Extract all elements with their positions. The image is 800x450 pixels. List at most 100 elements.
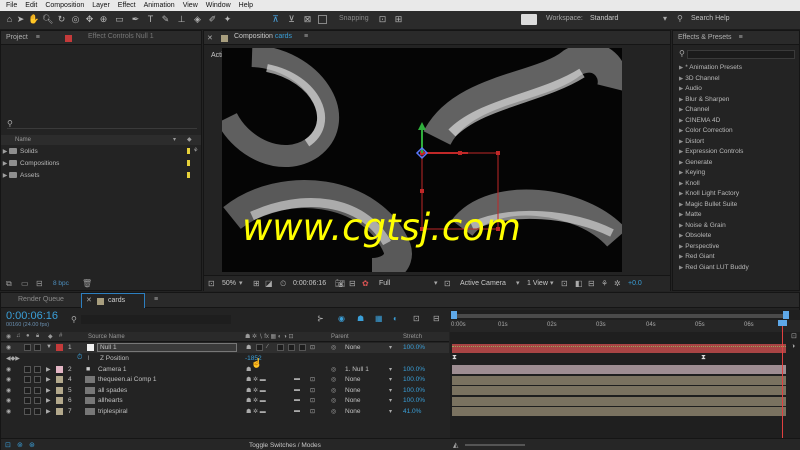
home-icon[interactable]: ⌂	[4, 14, 15, 25]
magnification-icon[interactable]: ⊡	[208, 279, 215, 288]
panel-menu-icon[interactable]: ≡	[299, 33, 313, 40]
stretch-value[interactable]: 41.0%	[403, 408, 421, 415]
eye-icon[interactable]: ◉	[6, 344, 11, 351]
snap-points-icon[interactable]: ⊞	[393, 14, 404, 25]
view-axis-icon[interactable]: ⊠	[302, 14, 313, 25]
shy-icon[interactable]: ☗ ✲ ▬	[246, 376, 266, 383]
pickwhip-icon[interactable]: ◎	[331, 387, 336, 394]
layer-name[interactable]: allhearts	[98, 397, 123, 404]
parent-select[interactable]: None	[345, 344, 361, 351]
keyframe-icon[interactable]: ⧗	[452, 354, 457, 362]
time-ruler[interactable]: 0:00s 01s 02s 03s 04s 05s 06s	[450, 320, 800, 332]
grid-icon[interactable]: ⊞	[253, 279, 260, 288]
layer-bar-allhearts[interactable]	[452, 396, 786, 406]
comp-viewer[interactable]: www.cgtsj.com	[222, 48, 622, 272]
solo-switch[interactable]	[24, 365, 31, 373]
graph-toggle-icon[interactable]: ⊟	[433, 314, 440, 323]
pen-tool-icon[interactable]: ✒	[130, 14, 141, 25]
parent-dropdown-icon[interactable]: ▾	[389, 344, 392, 351]
switch[interactable]	[288, 344, 295, 351]
dynamic-link-icon[interactable]	[521, 14, 537, 25]
layer-bar-triplespiral[interactable]	[452, 407, 786, 416]
comp-timecode[interactable]: 0:00:06:16	[293, 280, 326, 287]
transfer-controls-icon[interactable]: ⊚	[17, 441, 23, 449]
3d-layer-icon[interactable]: ⊡	[310, 387, 315, 394]
solo-switch[interactable]	[24, 376, 31, 383]
pickwhip-icon[interactable]: ◎	[331, 408, 336, 415]
zoom-slider[interactable]	[465, 444, 525, 446]
camera-dropdown-icon[interactable]: ▾	[516, 279, 520, 287]
effects-panel-title[interactable]: Effects & Presets	[673, 34, 737, 41]
snapping-checkbox[interactable]	[318, 15, 327, 24]
pickwhip-icon[interactable]: ◎	[331, 366, 336, 373]
layer-handle[interactable]	[496, 151, 500, 155]
effects-category[interactable]: ▶ Red Giant LUT Buddy	[679, 264, 749, 275]
show-snapshot-icon[interactable]: ⊟	[349, 279, 356, 288]
expand-icon[interactable]: ▶	[46, 387, 51, 394]
expand-icon[interactable]: ▶	[46, 408, 51, 415]
eye-icon[interactable]: ◉	[6, 366, 11, 373]
layer-row-triplespiral[interactable]: ◉ ▶ 7 triplespiral ☗ ✲ ▬ ▬ ⊡ ◎ None ▾ 41…	[1, 407, 449, 417]
effects-search-input[interactable]	[687, 50, 795, 59]
effects-category[interactable]: ▶ Channel	[679, 106, 709, 117]
exposure-icon[interactable]: ✲	[614, 279, 621, 288]
view-dropdown-icon[interactable]: ▾	[550, 279, 554, 287]
lock-switch[interactable]	[34, 344, 41, 351]
parent-select[interactable]: None	[345, 376, 361, 383]
solo-switch[interactable]	[24, 344, 31, 351]
stretch-column[interactable]: Stretch	[403, 334, 422, 340]
layer-handle[interactable]	[420, 189, 424, 193]
effects-category[interactable]: ▶ Perspective	[679, 243, 719, 254]
switch[interactable]	[277, 344, 284, 351]
roto-brush-icon[interactable]: ✐	[207, 14, 218, 25]
label-color[interactable]	[56, 365, 63, 373]
world-axis-icon[interactable]: ⊻	[286, 14, 297, 25]
layer-name[interactable]: Camera 1	[98, 366, 127, 373]
workspace-select[interactable]: Standard	[590, 15, 618, 22]
eye-icon[interactable]: ◉	[6, 387, 11, 394]
clone-tool-icon[interactable]: ⊥	[176, 14, 187, 25]
playhead-icon[interactable]	[778, 320, 787, 326]
quality-icon[interactable]: ∕	[267, 344, 268, 350]
layer-name[interactable]: thequeen.ai Comp 1	[98, 376, 157, 383]
in-out-icon[interactable]: ⊛	[29, 441, 35, 449]
menu-animation[interactable]: Animation	[140, 2, 179, 9]
frame-blending-icon[interactable]: ▦	[375, 314, 383, 323]
effects-category[interactable]: ▶ Red Giant	[679, 253, 715, 264]
composition-navigator-icon[interactable]: ⊡	[791, 332, 797, 340]
menu-help[interactable]: Help	[235, 2, 257, 9]
selection-tool-icon[interactable]: ➤	[15, 14, 26, 25]
pickwhip-icon[interactable]: ◎	[331, 376, 336, 383]
project-item-solids[interactable]: ▶ Solids	[1, 146, 201, 156]
rotate-tool-icon[interactable]: ↻	[56, 14, 67, 25]
resolution-select[interactable]: Full	[379, 280, 390, 287]
effects-category[interactable]: ▶ Magic Bullet Suite	[679, 201, 737, 212]
project-item-assets[interactable]: ▶ Assets	[1, 170, 201, 180]
parent-dropdown-icon[interactable]: ▾	[389, 408, 392, 415]
brush-tool-icon[interactable]: ✎	[160, 14, 171, 25]
label-color[interactable]	[56, 397, 63, 404]
tab-render-queue[interactable]: Render Queue	[13, 296, 69, 303]
parent-dropdown-icon[interactable]: ▾	[389, 376, 392, 383]
lock-switch[interactable]	[34, 397, 41, 404]
solo-switch[interactable]	[24, 407, 31, 415]
panel-menu-icon[interactable]: ≡	[33, 34, 43, 41]
3d-layer-icon[interactable]: ⊡	[310, 397, 315, 404]
close-icon[interactable]: ✕	[204, 34, 216, 42]
layer-row-allhearts[interactable]: ◉ ▶ 6 allhearts ☗ ✲ ▬ ▬ ⊡ ◎ None ▾ 100.0…	[1, 396, 449, 406]
blend-icon[interactable]: ▬	[294, 387, 300, 393]
keyframe-nav-icon[interactable]: ◑	[791, 343, 795, 350]
panel-menu-icon[interactable]: ≡	[737, 34, 745, 41]
menu-composition[interactable]: Composition	[41, 2, 88, 9]
stopwatch-icon[interactable]: ⏱	[77, 354, 82, 362]
tab-cards[interactable]: ✕ cards	[81, 293, 145, 308]
expand-icon[interactable]: ▶	[46, 376, 51, 383]
layer-row-thequeen[interactable]: ◉ ▶ 4 thequeen.ai Comp 1 ☗ ✲ ▬ ▬ ⊡ ◎ Non…	[1, 375, 449, 385]
layer-row-camera-1[interactable]: ◉ ▶ 2 ■ Camera 1 ☗ ◎ 1. Null 1 ▾ 100.0%	[1, 365, 449, 375]
graph-editor-icon[interactable]: ⊡	[413, 314, 420, 323]
tab-project[interactable]: Project	[1, 34, 33, 41]
puppet-tool-icon[interactable]: ✦	[222, 14, 233, 25]
panel-menu-icon[interactable]: ≡	[149, 296, 163, 303]
effects-category[interactable]: ▶ 3D Channel	[679, 75, 720, 86]
lock-switch[interactable]	[34, 407, 41, 415]
